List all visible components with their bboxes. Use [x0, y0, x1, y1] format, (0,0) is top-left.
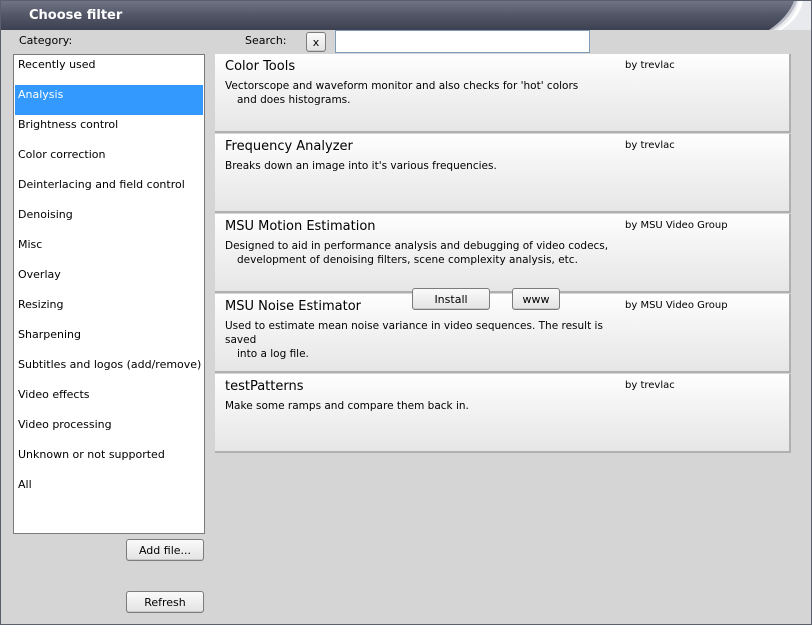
refresh-button[interactable]: Refresh [126, 591, 204, 613]
filter-card-frequency-analyzer[interactable]: Frequency Analyzer by trevlac Breaks dow… [215, 134, 791, 213]
category-item-color-correction[interactable]: Color correction [15, 145, 203, 175]
filter-card-msu-noise-estimator[interactable]: MSU Noise Estimator by MSU Video Group U… [215, 294, 791, 373]
category-item-analysis[interactable]: Analysis [15, 85, 203, 115]
filter-name: MSU Motion Estimation [225, 219, 376, 234]
filter-name: MSU Noise Estimator [225, 299, 362, 314]
filter-name: Frequency Analyzer [225, 139, 353, 154]
category-item-unknown[interactable]: Unknown or not supported [15, 445, 203, 475]
category-item-overlay[interactable]: Overlay [15, 265, 203, 295]
title-bar[interactable]: Choose filter [1, 1, 811, 30]
category-item-video-processing[interactable]: Video processing [15, 415, 203, 445]
filter-author: by trevlac [625, 60, 675, 71]
filter-description-line: and does histograms. [237, 94, 351, 106]
category-item-subtitles-logos[interactable]: Subtitles and logos (add/remove) [15, 355, 203, 385]
filter-description-line: Make some ramps and compare them back in… [225, 400, 469, 412]
filter-description-line: Used to estimate mean noise variance in … [225, 320, 603, 346]
category-item-denoising[interactable]: Denoising [15, 205, 203, 235]
install-button[interactable]: Install [412, 288, 490, 310]
filter-description: Designed to aid in performance analysis … [225, 239, 615, 267]
category-item-brightness-control[interactable]: Brightness control [15, 115, 203, 145]
filter-name: Color Tools [225, 59, 296, 74]
filter-author: by MSU Video Group [625, 300, 728, 311]
category-item-recently-used[interactable]: Recently used [15, 55, 203, 85]
filter-description: Vectorscope and waveform monitor and als… [225, 79, 615, 107]
category-item-sharpening[interactable]: Sharpening [15, 325, 203, 355]
filter-description-line: Designed to aid in performance analysis … [225, 240, 609, 252]
category-item-all[interactable]: All [15, 475, 203, 505]
add-file-button[interactable]: Add file... [126, 539, 204, 561]
filter-list: Color Tools by trevlac Vectorscope and w… [215, 54, 791, 456]
search-input[interactable] [335, 30, 590, 53]
category-list[interactable]: Recently used Analysis Brightness contro… [13, 54, 205, 534]
filter-card-msu-motion-estimation[interactable]: MSU Motion Estimation by MSU Video Group… [215, 214, 791, 293]
filter-name: testPatterns [225, 379, 304, 394]
clear-search-button[interactable]: x [306, 32, 326, 52]
filter-description-line: into a log file. [237, 348, 309, 360]
filter-author: by trevlac [625, 140, 675, 151]
category-item-deinterlacing[interactable]: Deinterlacing and field control [15, 175, 203, 205]
filter-description: Breaks down an image into it's various f… [225, 159, 615, 173]
filter-description-line: Breaks down an image into it's various f… [225, 160, 497, 172]
category-item-resizing[interactable]: Resizing [15, 295, 203, 325]
window-title: Choose filter [29, 8, 123, 23]
filter-card-color-tools[interactable]: Color Tools by trevlac Vectorscope and w… [215, 54, 791, 133]
category-item-misc[interactable]: Misc [15, 235, 203, 265]
filter-description: Make some ramps and compare them back in… [225, 399, 615, 413]
www-button[interactable]: www [512, 288, 560, 310]
filter-description-line: development of denoising filters, scene … [237, 254, 578, 266]
filter-author: by trevlac [625, 380, 675, 391]
filter-description: Used to estimate mean noise variance in … [225, 319, 615, 361]
filter-author: by MSU Video Group [625, 220, 728, 231]
category-item-video-effects[interactable]: Video effects [15, 385, 203, 415]
filter-card-testpatterns[interactable]: testPatterns by trevlac Make some ramps … [215, 374, 791, 453]
category-label: Category: [19, 34, 73, 47]
choose-filter-window: Choose filter Category: Search: x Recent… [0, 0, 812, 625]
title-swoosh-icon [769, 1, 811, 30]
search-label: Search: [245, 34, 287, 47]
filter-description-line: Vectorscope and waveform monitor and als… [225, 80, 579, 92]
